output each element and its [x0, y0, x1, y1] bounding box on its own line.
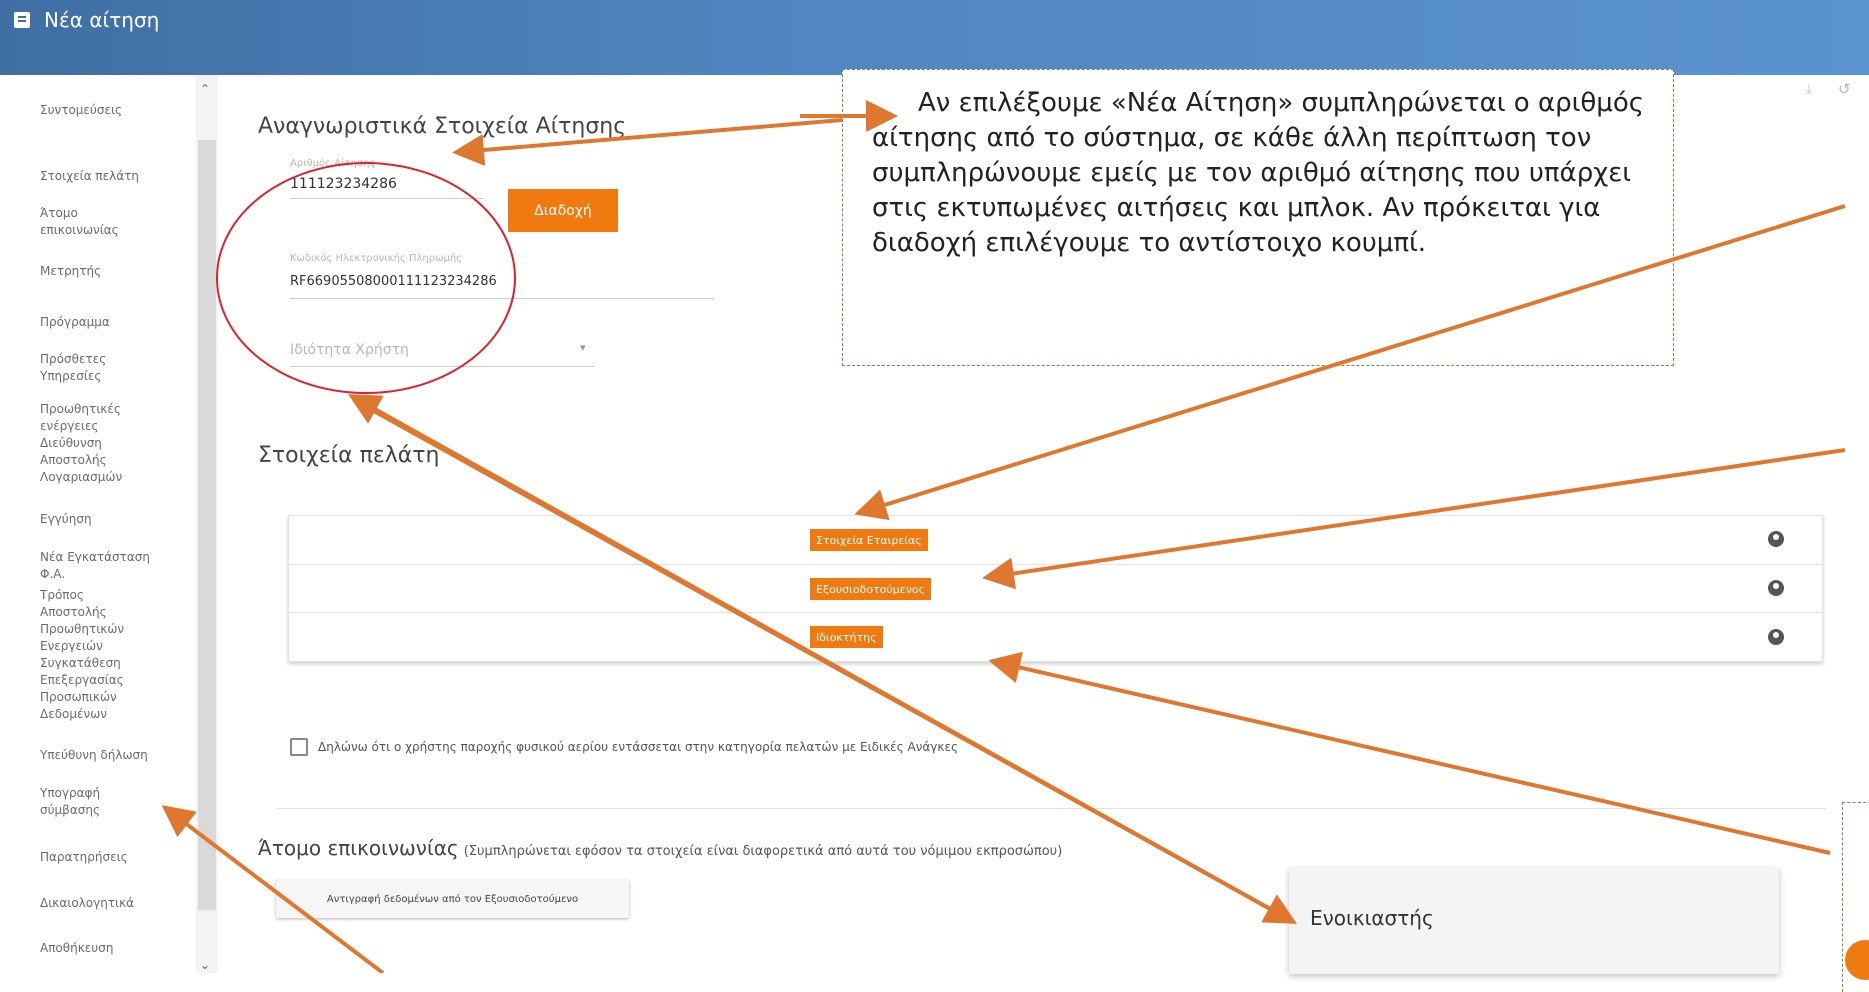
scroll-down-icon[interactable]: ⌄	[200, 958, 210, 972]
copy-from-authorized-button[interactable]: Αντιγραφή δεδομένων από τον Εξουσιοδοτού…	[276, 880, 629, 918]
sidebar-item-promotions[interactable]: Προωθητικές ενέργειες	[40, 401, 121, 435]
section-divider	[276, 808, 1826, 809]
application-number-underline	[290, 198, 484, 199]
sidebar-item-new-installation[interactable]: Νέα Εγκατάσταση Φ.Α.	[40, 549, 165, 583]
contact-section-heading: Άτομο επικοινωνίας (Συμπληρώνεται εφόσον…	[258, 836, 1062, 860]
sidebar: Συντομεύσεις Στοιχεία πελάτη Άτομο επικο…	[0, 75, 218, 973]
sidebar-item-meter[interactable]: Μετρητής	[40, 263, 170, 280]
sidebar-item-shortcuts[interactable]: Συντομεύσεις	[40, 102, 170, 119]
sidebar-item-save[interactable]: Αποθήκευση	[40, 940, 170, 957]
user-capacity-select[interactable]: Ιδιότητα Χρήστη	[290, 342, 409, 358]
user-icon[interactable]	[1768, 629, 1784, 645]
annotation-arrow	[988, 651, 1831, 855]
contact-section-note: (Συμπληρώνεται εφόσον τα στοιχεία είναι …	[463, 844, 1063, 859]
page-title: Νέα αίτηση	[44, 8, 160, 32]
sidebar-item-remarks[interactable]: Παρατηρήσεις	[40, 849, 170, 866]
sidebar-item-guarantee[interactable]: Εγγύηση	[40, 511, 170, 528]
payment-code-label: Κωδικός Ηλεκτρονικής Πληρωμής	[290, 253, 463, 264]
sidebar-item-customer[interactable]: Στοιχεία πελάτη	[40, 168, 170, 185]
succession-button[interactable]: Διαδοχή	[508, 189, 618, 232]
app-header: Νέα αίτηση	[0, 0, 1869, 75]
customer-section-title: Στοιχεία πελάτη	[258, 443, 440, 468]
form-icon	[14, 12, 30, 28]
user-icon[interactable]	[1768, 531, 1784, 547]
payment-code-field[interactable]: RF66905508000111123234286	[290, 274, 497, 289]
annotation-callout-text: Αν επιλέξουμε «Νέα Αίτηση» συμπληρώνεται…	[872, 88, 1645, 258]
application-number-label: Αριθμός Αίτησης	[290, 158, 376, 169]
special-needs-label: Δηλώνω ότι ο χρήστης παροχής φυσικού αερ…	[318, 740, 959, 754]
sidebar-item-documents[interactable]: Δικαιολογητικά	[40, 895, 170, 912]
sidebar-item-declaration[interactable]: Υπεύθυνη δήλωση	[40, 747, 170, 764]
user-capacity-underline	[290, 366, 594, 367]
user-icon[interactable]	[1768, 580, 1784, 596]
download-icon[interactable]: ⤓	[1806, 82, 1812, 97]
special-needs-checkbox[interactable]	[290, 738, 308, 756]
company-details-button[interactable]: Στοιχεία Εταιρείας	[810, 529, 928, 551]
chevron-down-icon[interactable]: ▾	[580, 341, 586, 354]
sidebar-item-signature[interactable]: Υπογραφή σύμβασης	[40, 785, 120, 819]
sidebar-item-extra-services[interactable]: Πρόσθετες Υπηρεσίες	[40, 351, 120, 385]
sidebar-scroll-thumb[interactable]	[198, 140, 216, 910]
payment-code-underline	[290, 298, 714, 299]
authorized-person-button[interactable]: Εξουσιοδοτούμενος	[810, 578, 932, 600]
sidebar-item-contact[interactable]: Άτομο επικοινωνίας	[40, 205, 120, 239]
row-divider	[288, 564, 1823, 565]
sidebar-item-promo-delivery[interactable]: Τρόπος Αποστολής Προωθητικών Ενεργειών	[40, 587, 130, 655]
contact-section-title: Άτομο επικοινωνίας	[258, 836, 459, 860]
owner-button[interactable]: Ιδιοκτήτης	[810, 626, 883, 648]
sidebar-item-billing-address[interactable]: Διεύθυνση Αποστολής Λογαριασμών	[40, 435, 130, 486]
application-number-field[interactable]: 111123234286	[290, 176, 397, 192]
sidebar-item-program[interactable]: Πρόγραμμα	[40, 314, 170, 331]
application-section-title: Αναγνωριστικά Στοιχεία Αίτησης	[258, 114, 627, 139]
row-divider	[288, 612, 1823, 613]
scroll-up-icon[interactable]: ⌃	[200, 82, 210, 96]
sidebar-item-data-consent[interactable]: Συγκατάθεση Επεξεργασίας Προσωπικών Δεδο…	[40, 655, 135, 723]
customer-card	[288, 515, 1823, 662]
history-icon[interactable]: ↺	[1838, 80, 1851, 98]
dropdown-option-tenant[interactable]: Ενοικιαστής	[1310, 906, 1434, 930]
